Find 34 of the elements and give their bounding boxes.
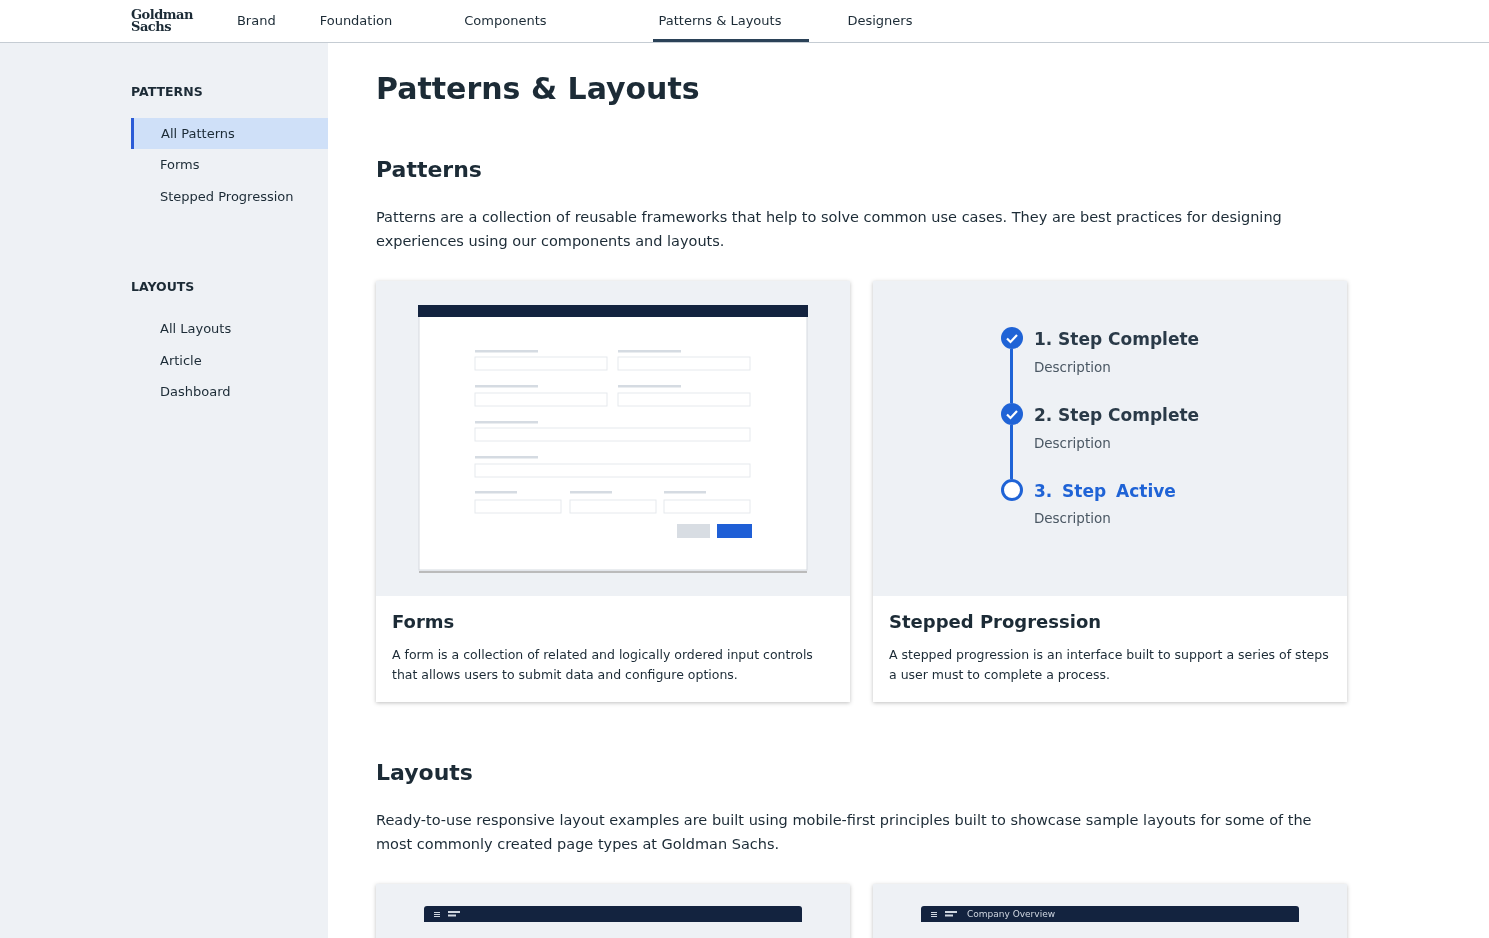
nav-tab[interactable]: Patterns & Layouts: [652, 0, 810, 42]
card-title: Forms: [391, 610, 456, 633]
nav-tab[interactable]: Designers: [841, 0, 919, 42]
sidebar-heading: PATTERNS: [131, 83, 204, 101]
nav-tab[interactable]: Foundation: [313, 0, 399, 42]
page-title: Patterns & Layouts: [376, 71, 701, 107]
section-heading: Layouts: [376, 760, 474, 787]
section-description: Ready-to-use responsive layout examples are built using mobile-first principles built to showcase sample layouts for some of the most commonly created page types at Goldman Sachs.: [376, 811, 1313, 855]
step-description: Description: [1033, 509, 1112, 529]
step-description: Description: [1033, 433, 1112, 453]
step-label: 2. Step Complete: [1033, 405, 1200, 425]
menu-icon: [434, 911, 440, 917]
sidebar-item[interactable]: Stepped Progression: [131, 180, 328, 213]
logo-mark-icon: [945, 911, 959, 918]
sidebar-item[interactable]: All Patterns: [131, 117, 328, 150]
section-heading: Patterns: [376, 157, 483, 184]
app-bar-title: Company Overview: [967, 907, 1056, 921]
sidebar-heading: LAYOUTS: [131, 278, 196, 297]
card-description: A stepped progression is an interface built to support a series of steps a user must to complete a process.: [888, 646, 1330, 684]
menu-icon: [931, 911, 937, 917]
sidebar-item[interactable]: Article: [131, 344, 328, 376]
card-title: Stepped Progression: [888, 610, 1103, 633]
step-label: 3. Step Active: [1033, 480, 1176, 501]
logo[interactable]: Goldman Sachs: [131, 9, 193, 33]
step-label: 1. Step Complete: [1033, 329, 1200, 350]
sidebar-item[interactable]: All Layouts: [131, 313, 328, 345]
nav-tab[interactable]: Components: [458, 0, 553, 42]
step-description: Description: [1033, 357, 1112, 377]
logo-mark-icon: [448, 911, 462, 918]
sidebar-item[interactable]: Forms: [131, 149, 328, 181]
nav-tab[interactable]: Brand: [230, 0, 282, 42]
section-description: Patterns are a collection of reusable frameworks that help to solve common use cases. They are best practices for designing experiences using our components and layouts.: [376, 208, 1283, 252]
card-description: A form is a collection of related and logically ordered input controls that allows users to submit data and configure options.: [391, 646, 814, 684]
sidebar-item[interactable]: Dashboard: [131, 376, 328, 408]
